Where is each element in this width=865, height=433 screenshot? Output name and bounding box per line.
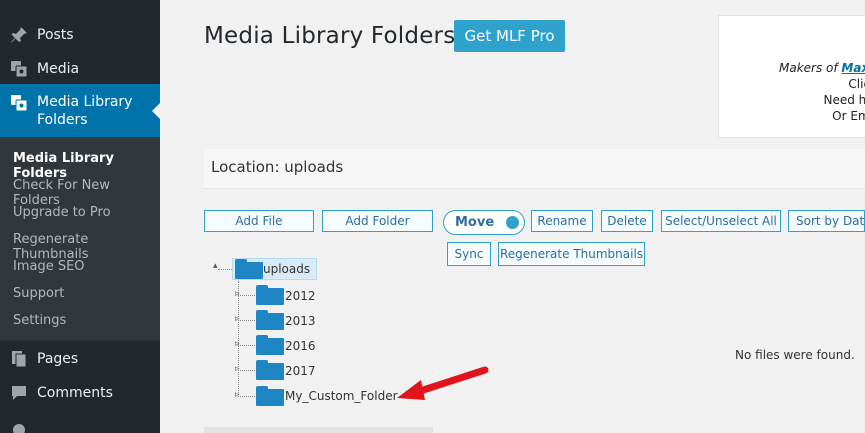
admin-sidebar: Posts Media Media Library Folders Media … (0, 0, 160, 433)
page-title: Media Library Folders (204, 23, 456, 49)
menu-label: Posts (37, 27, 74, 43)
media-folder-icon (9, 93, 29, 113)
submenu-item-support[interactable]: Support (13, 286, 64, 301)
submenu-item-settings[interactable]: Settings (13, 313, 66, 328)
collapse-icon[interactable]: ▴ (213, 261, 218, 271)
delete-button[interactable]: Delete (601, 210, 653, 232)
tree-node-2013[interactable]: 2013 (285, 314, 316, 328)
menu-item-pages[interactable]: Pages (0, 348, 160, 370)
pages-icon (9, 349, 29, 369)
tree-node-uploads[interactable]: uploads (232, 258, 317, 280)
toggle-knob (506, 216, 519, 229)
submenu-item-media-library-folders[interactable]: Media Library Folders (13, 151, 160, 181)
info-box: Makers of MaxB Click Need hel Or Ema (718, 15, 865, 138)
menu-item-media[interactable]: Media (0, 58, 160, 80)
media-icon (9, 59, 29, 79)
folder-label: uploads (263, 262, 311, 276)
add-folder-button[interactable]: Add Folder (322, 210, 433, 232)
submenu-item-upgrade[interactable]: Upgrade to Pro (13, 205, 111, 220)
location-text: Location: uploads (211, 158, 344, 176)
folder-icon (256, 360, 284, 380)
move-toggle[interactable]: Move (443, 210, 525, 235)
menu-label: Comments (37, 385, 113, 401)
info-line-click: Click (848, 77, 865, 91)
rename-button[interactable]: Rename (531, 210, 593, 232)
folder-icon (256, 335, 284, 355)
submenu-item-check-new-folders[interactable]: Check For New Folders (13, 178, 160, 208)
info-line-help: Need hel (823, 93, 865, 107)
comments-icon (9, 383, 29, 403)
tree-connector (238, 345, 255, 346)
submenu: Media Library Folders Check For New Fold… (0, 137, 160, 341)
expand-icon[interactable]: ▹ (235, 339, 240, 349)
submenu-item-regenerate-thumbnails[interactable]: Regenerate Thumbnails (13, 232, 160, 262)
menu-item-comments[interactable]: Comments (0, 382, 160, 404)
menu-item-media-library-folders[interactable]: Media Library Folders (0, 84, 160, 137)
pin-icon (9, 25, 29, 45)
submenu-item-image-seo[interactable]: Image SEO (13, 259, 85, 274)
info-line-email: Or Ema (832, 109, 865, 123)
makers-prefix: Makers of (779, 61, 842, 75)
tree-connector (238, 370, 255, 371)
folder-icon (256, 386, 284, 406)
move-label: Move (455, 215, 495, 230)
menu-item-posts[interactable]: Posts (0, 24, 160, 46)
menu-label: Media Library Folders (37, 94, 133, 128)
get-pro-button[interactable]: Get MLF Pro (454, 20, 565, 52)
menu-label: Media (37, 61, 80, 77)
tree-connector (238, 295, 255, 296)
no-files-message: No files were found. (735, 348, 855, 362)
select-unselect-all-button[interactable]: Select/Unselect All (661, 210, 781, 232)
expand-icon[interactable]: ▹ (235, 364, 240, 374)
folder-icon (235, 259, 263, 279)
footer-bar (204, 427, 433, 433)
tree-node-2017[interactable]: 2017 (285, 364, 316, 378)
tree-node-2016[interactable]: 2016 (285, 339, 316, 353)
sort-by-date-button[interactable]: Sort by Date (788, 210, 865, 232)
tree-connector (218, 269, 232, 270)
menu-label: Pages (37, 351, 79, 367)
location-bar: Location: uploads (204, 149, 865, 189)
add-file-button[interactable]: Add File (204, 210, 314, 232)
menu-icon (9, 420, 29, 433)
tree-connector (238, 396, 255, 397)
folder-icon (256, 310, 284, 330)
regenerate-thumbnails-button[interactable]: Regenerate Thumbnails (498, 242, 645, 266)
current-menu-arrow (152, 103, 160, 119)
tree-node-2012[interactable]: 2012 (285, 289, 316, 303)
tree-node-my-custom-folder[interactable]: My_Custom_Folder (285, 389, 398, 403)
expand-icon[interactable]: ▹ (235, 314, 240, 324)
expand-icon[interactable]: ▹ (235, 289, 240, 299)
tree-connector (238, 320, 255, 321)
folder-icon (256, 285, 284, 305)
red-arrow-annotation (397, 366, 489, 400)
expand-icon[interactable]: ▹ (235, 390, 240, 400)
makers-line: Makers of MaxB (779, 60, 865, 76)
makers-link[interactable]: MaxB (841, 61, 865, 75)
menu-item-next[interactable] (0, 424, 160, 433)
